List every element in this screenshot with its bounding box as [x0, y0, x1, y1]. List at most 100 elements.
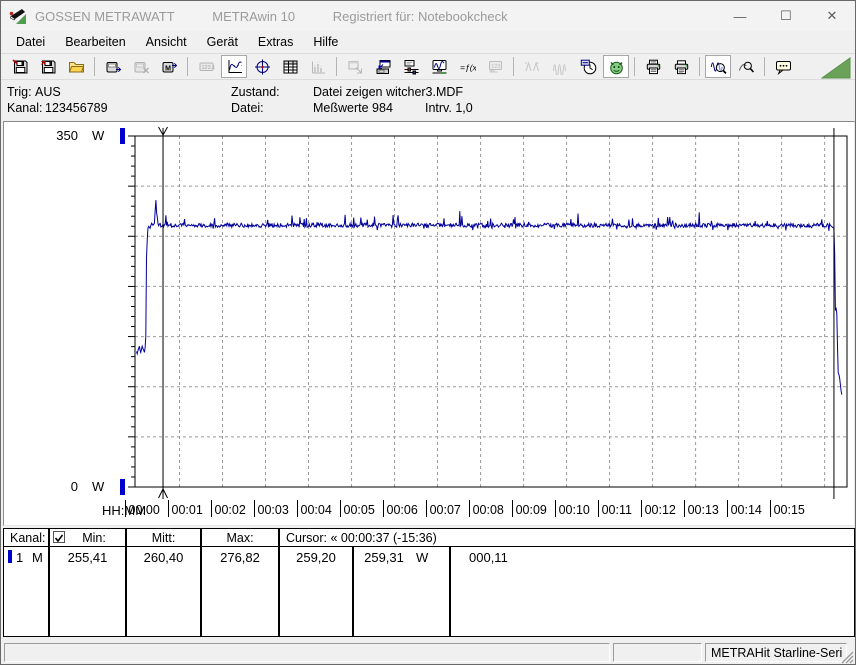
zoom-waveform-button[interactable]	[705, 55, 731, 78]
minimize-button[interactable]: —	[717, 1, 763, 31]
hint-tooltip-icon	[775, 60, 791, 75]
zoom-curve-button[interactable]	[733, 55, 759, 78]
save-file-as-button[interactable]	[35, 55, 61, 78]
import-from-device-button[interactable]	[370, 55, 396, 78]
datei-value: Meßwerte 984	[313, 101, 393, 115]
wave-continuous-button	[547, 55, 573, 78]
import-from-device-icon	[376, 59, 390, 74]
timed-measurement-icon	[580, 59, 596, 74]
svg-text:123: 123	[491, 64, 500, 70]
svg-text:M: M	[165, 65, 171, 72]
menu-item-ansicht[interactable]: Ansicht	[139, 33, 194, 51]
zustand-value: Datei zeigen witcher3.MDF	[313, 85, 464, 99]
send-to-device-button[interactable]	[100, 55, 126, 78]
save-file-icon	[11, 58, 27, 73]
x-tick-mark	[425, 500, 427, 517]
multimeter-display-icon: 123.1	[199, 62, 215, 71]
x-tick-mark	[726, 500, 728, 517]
toolbar: M 123.1 =ƒ(x) 123	[1, 53, 855, 80]
power-trace	[136, 200, 843, 395]
x-tick-mark	[210, 500, 212, 517]
checkbox-checked-icon	[54, 534, 64, 543]
y-axis-value-label: 350	[56, 128, 78, 143]
hint-tooltip-button[interactable]	[770, 55, 796, 78]
formula-fx-button[interactable]: =ƒ(x)	[454, 55, 480, 78]
col-header-cursor: Cursor: « 00:00:37 (-15:36)	[286, 531, 437, 545]
title-bar: GOSSEN METRAWATT METRAwin 10 Registriert…	[1, 1, 855, 31]
x-tick-mark	[769, 500, 771, 517]
status-panel-device: METRAHit Starline-Seri	[705, 643, 847, 662]
x-tick-mark	[554, 500, 556, 517]
resize-grip[interactable]	[841, 651, 854, 664]
kanal-value: 123456789	[45, 101, 108, 115]
menu-item-datei[interactable]: Datei	[9, 33, 52, 51]
x-tick-mark	[683, 500, 685, 517]
toolbar-group: 123.1	[192, 55, 332, 78]
open-file-button[interactable]	[63, 55, 89, 78]
view-crosshair-icon	[254, 59, 270, 74]
view-histogram-button	[305, 55, 331, 78]
online-monitor-icon	[432, 59, 446, 74]
row-cursor-a-value: 259,20	[296, 550, 336, 565]
trig-value: AUS	[35, 85, 61, 99]
y-axis-value-label: 0	[70, 479, 78, 494]
trig-label: Trig:	[7, 85, 32, 99]
datei-label: Datei:	[231, 101, 264, 115]
maximize-button[interactable]: ☐	[763, 1, 809, 31]
device-name-text: METRAHit Starline-Seri	[711, 646, 843, 660]
timed-measurement-button[interactable]	[575, 55, 601, 78]
device-configuration-button[interactable]	[398, 55, 424, 78]
chart-panel: HH:MM 350W0W00:0000:0100:0200:0300:0400:…	[3, 121, 855, 526]
live-monitor-button[interactable]	[603, 55, 629, 78]
x-tick-mark	[296, 500, 298, 517]
toolbar-group: =ƒ(x) 123	[341, 55, 509, 78]
x-tick-mark	[339, 500, 341, 517]
print-preview-button[interactable]	[640, 55, 666, 78]
col-header-mitt: Mitt:	[151, 531, 176, 545]
zoom-waveform-icon	[710, 61, 727, 74]
menu-item-hilfe[interactable]: Hilfe	[306, 33, 345, 51]
view-chart-yt-button[interactable]	[221, 55, 247, 78]
display-settings-button: 123	[482, 55, 508, 78]
channel-color-marker	[8, 550, 12, 563]
window-title: GOSSEN METRAWATT METRAwin 10 Registriert…	[35, 9, 542, 24]
save-file-button[interactable]	[7, 55, 33, 78]
menu-item-gert[interactable]: Gerät	[200, 33, 245, 51]
channel-range-marker	[120, 479, 125, 495]
save-file-as-icon	[40, 60, 55, 73]
wave-continuous-icon	[552, 63, 566, 75]
toolbar-separator	[634, 57, 635, 76]
menu-item-bearbeiten[interactable]: Bearbeiten	[58, 33, 132, 51]
row-extra-value: 000,11	[469, 550, 508, 565]
toolbar-separator	[336, 57, 337, 76]
row-channel-mode: M	[32, 550, 43, 565]
x-tick-label: 00:04	[300, 503, 332, 517]
chart-canvas	[128, 126, 848, 499]
view-table-button[interactable]	[277, 55, 303, 78]
x-tick-label: 00:12	[644, 503, 676, 517]
menu-bar: Datei Bearbeiten Ansicht Gerät Extras Hilfe	[1, 31, 855, 53]
row-max-value: 276,82	[220, 550, 260, 565]
online-monitor-button[interactable]	[426, 55, 452, 78]
menu-item-extras[interactable]: Extras	[251, 33, 300, 51]
x-tick-label: 00:02	[214, 503, 246, 517]
x-tick-label: 00:01	[171, 503, 203, 517]
toolbar-group	[6, 55, 90, 78]
export-window-button	[342, 55, 368, 78]
toolbar-group: M	[99, 55, 183, 78]
close-button[interactable]: ✕	[809, 1, 855, 31]
wave-single-icon	[524, 60, 540, 71]
toolbar-separator	[699, 57, 700, 76]
status-panel-middle	[613, 643, 702, 662]
x-tick-label: 00:10	[558, 503, 590, 517]
view-crosshair-button[interactable]	[249, 55, 275, 78]
toolbar-separator	[187, 57, 188, 76]
read-from-device-icon: M	[162, 61, 177, 72]
kanal-label: Kanal:	[7, 101, 43, 115]
status-panel-main	[4, 643, 610, 662]
measurement-info-strip: Trig: AUS Kanal: 123456789 Zustand: Date…	[1, 81, 855, 119]
interval-value: Intrv. 1,0	[425, 101, 473, 115]
print-button[interactable]	[668, 55, 694, 78]
read-from-device-button[interactable]: M	[156, 55, 182, 78]
view-chart-yt-icon	[228, 59, 242, 73]
